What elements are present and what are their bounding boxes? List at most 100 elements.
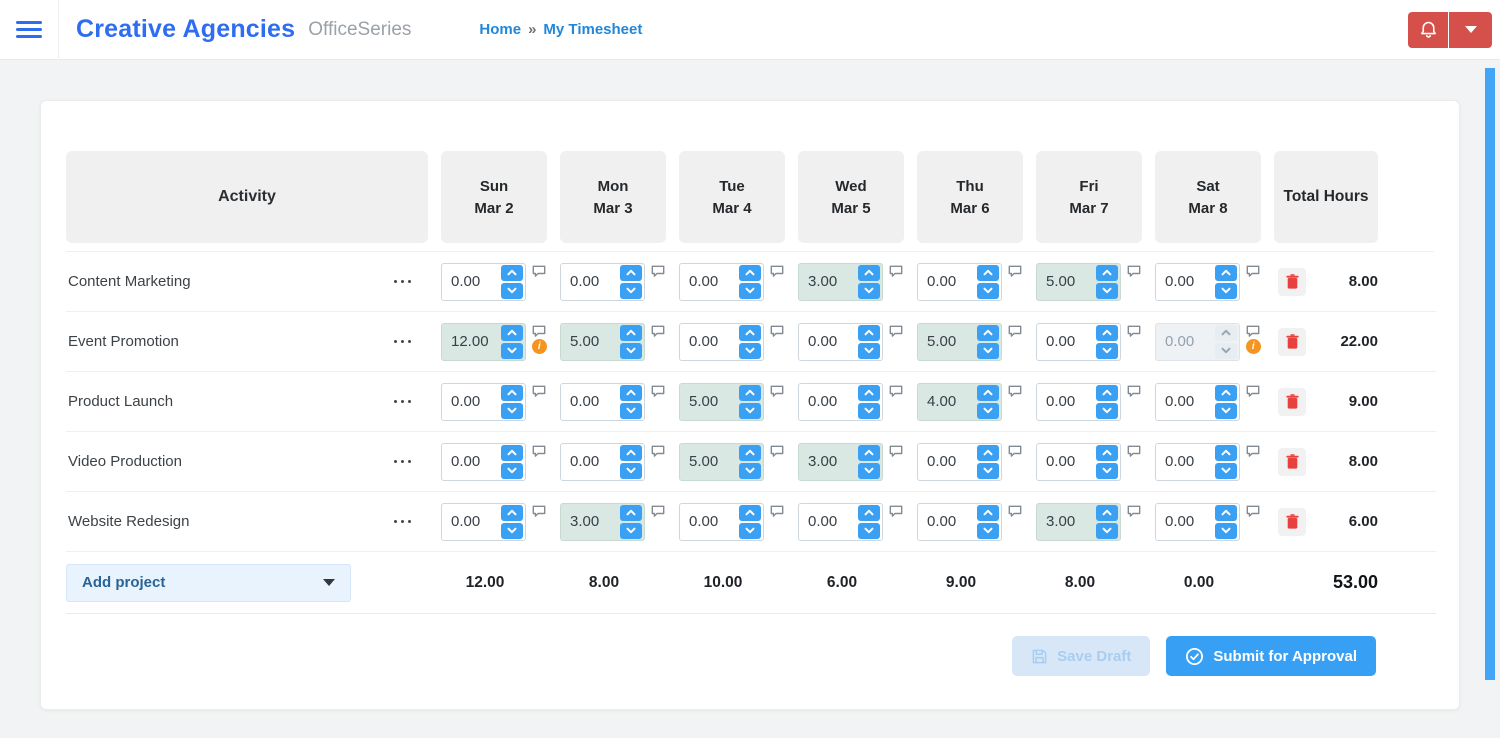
submit-for-approval-button[interactable]: Submit for Approval bbox=[1166, 636, 1376, 676]
hours-input[interactable] bbox=[561, 383, 620, 420]
increment-button[interactable] bbox=[857, 444, 880, 461]
hours-input[interactable] bbox=[680, 383, 739, 420]
hours-input[interactable] bbox=[1037, 443, 1096, 480]
hours-input[interactable] bbox=[561, 323, 620, 360]
decrement-button[interactable] bbox=[500, 522, 523, 539]
save-draft-button[interactable]: Save Draft bbox=[1012, 636, 1151, 676]
comment-icon[interactable] bbox=[889, 445, 903, 457]
decrement-button[interactable] bbox=[1214, 282, 1237, 299]
comment-icon[interactable] bbox=[1246, 445, 1260, 457]
hours-input[interactable] bbox=[918, 443, 977, 480]
delete-row-button[interactable] bbox=[1278, 387, 1306, 416]
hours-input[interactable] bbox=[1156, 383, 1215, 420]
breadcrumb-home-link[interactable]: Home bbox=[479, 21, 521, 38]
hours-input[interactable] bbox=[918, 383, 977, 420]
decrement-button[interactable] bbox=[976, 282, 999, 299]
hours-input[interactable] bbox=[799, 263, 858, 300]
comment-icon[interactable] bbox=[889, 385, 903, 397]
hours-input[interactable] bbox=[1156, 443, 1215, 480]
hours-input[interactable] bbox=[680, 443, 739, 480]
decrement-button[interactable] bbox=[976, 522, 999, 539]
comment-icon[interactable] bbox=[532, 505, 546, 517]
increment-button[interactable] bbox=[1214, 444, 1237, 461]
increment-button[interactable] bbox=[1214, 264, 1237, 281]
decrement-button[interactable] bbox=[976, 402, 999, 419]
increment-button[interactable] bbox=[976, 264, 999, 281]
comment-icon[interactable] bbox=[1008, 265, 1022, 277]
increment-button[interactable] bbox=[738, 324, 761, 341]
hours-input[interactable] bbox=[561, 503, 620, 540]
increment-button[interactable] bbox=[1095, 324, 1118, 341]
decrement-button[interactable] bbox=[1214, 522, 1237, 539]
hours-input[interactable] bbox=[442, 443, 501, 480]
increment-button[interactable] bbox=[857, 384, 880, 401]
delete-row-button[interactable] bbox=[1278, 507, 1306, 536]
increment-button[interactable] bbox=[619, 504, 642, 521]
decrement-button[interactable] bbox=[500, 342, 523, 359]
row-menu-button[interactable] bbox=[392, 276, 414, 288]
delete-row-button[interactable] bbox=[1278, 267, 1306, 296]
decrement-button[interactable] bbox=[738, 462, 761, 479]
decrement-button[interactable] bbox=[857, 522, 880, 539]
hours-input[interactable] bbox=[1037, 383, 1096, 420]
hours-input[interactable] bbox=[799, 383, 858, 420]
comment-icon[interactable] bbox=[770, 445, 784, 457]
increment-button[interactable] bbox=[500, 444, 523, 461]
comment-icon[interactable] bbox=[1008, 325, 1022, 337]
decrement-button[interactable] bbox=[738, 342, 761, 359]
breadcrumb-current-link[interactable]: My Timesheet bbox=[543, 21, 642, 38]
add-project-dropdown[interactable]: Add project bbox=[66, 563, 351, 602]
comment-icon[interactable] bbox=[770, 265, 784, 277]
increment-button[interactable] bbox=[976, 504, 999, 521]
decrement-button[interactable] bbox=[1095, 522, 1118, 539]
decrement-button[interactable] bbox=[500, 402, 523, 419]
increment-button[interactable] bbox=[500, 504, 523, 521]
decrement-button[interactable] bbox=[976, 462, 999, 479]
comment-icon[interactable] bbox=[770, 385, 784, 397]
comment-icon[interactable] bbox=[651, 505, 665, 517]
row-menu-button[interactable] bbox=[392, 456, 414, 468]
hours-input[interactable] bbox=[442, 503, 501, 540]
increment-button[interactable] bbox=[1095, 504, 1118, 521]
increment-button[interactable] bbox=[857, 504, 880, 521]
increment-button[interactable] bbox=[857, 264, 880, 281]
hours-input[interactable] bbox=[918, 503, 977, 540]
comment-icon[interactable] bbox=[1008, 385, 1022, 397]
increment-button[interactable] bbox=[619, 264, 642, 281]
decrement-button[interactable] bbox=[1214, 402, 1237, 419]
increment-button[interactable] bbox=[500, 384, 523, 401]
decrement-button[interactable] bbox=[500, 462, 523, 479]
hours-input[interactable] bbox=[442, 263, 501, 300]
row-menu-button[interactable] bbox=[392, 396, 414, 408]
increment-button[interactable] bbox=[976, 384, 999, 401]
increment-button[interactable] bbox=[976, 444, 999, 461]
decrement-button[interactable] bbox=[500, 282, 523, 299]
comment-icon[interactable] bbox=[651, 445, 665, 457]
hours-input[interactable] bbox=[918, 263, 977, 300]
comment-icon[interactable] bbox=[1246, 505, 1260, 517]
decrement-button[interactable] bbox=[1095, 282, 1118, 299]
hours-input[interactable] bbox=[1037, 263, 1096, 300]
hamburger-menu-icon[interactable] bbox=[0, 0, 58, 60]
comment-icon[interactable] bbox=[770, 505, 784, 517]
increment-button[interactable] bbox=[500, 264, 523, 281]
increment-button[interactable] bbox=[500, 324, 523, 341]
decrement-button[interactable] bbox=[857, 342, 880, 359]
hours-input[interactable] bbox=[799, 503, 858, 540]
decrement-button[interactable] bbox=[857, 402, 880, 419]
increment-button[interactable] bbox=[619, 444, 642, 461]
comment-icon[interactable] bbox=[889, 325, 903, 337]
vertical-scrollbar[interactable] bbox=[1485, 68, 1495, 680]
hours-input[interactable] bbox=[561, 263, 620, 300]
hours-input[interactable] bbox=[799, 323, 858, 360]
hours-input[interactable] bbox=[680, 323, 739, 360]
increment-button[interactable] bbox=[857, 324, 880, 341]
comment-icon[interactable] bbox=[889, 265, 903, 277]
increment-button[interactable] bbox=[1095, 264, 1118, 281]
comment-icon[interactable] bbox=[1246, 385, 1260, 397]
hours-input[interactable] bbox=[1156, 263, 1215, 300]
decrement-button[interactable] bbox=[1095, 342, 1118, 359]
decrement-button[interactable] bbox=[619, 282, 642, 299]
decrement-button[interactable] bbox=[857, 282, 880, 299]
increment-button[interactable] bbox=[1214, 384, 1237, 401]
